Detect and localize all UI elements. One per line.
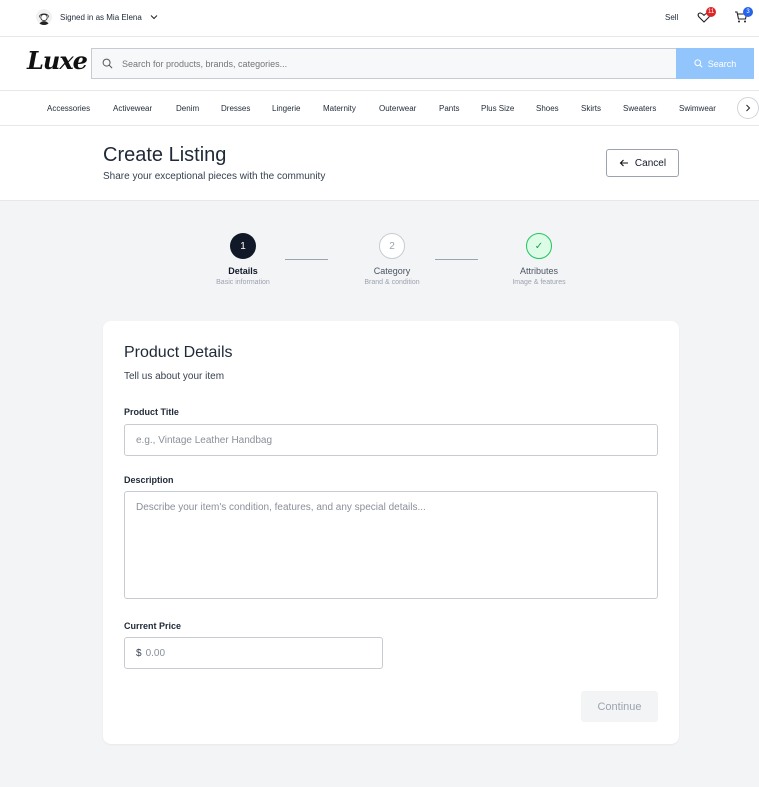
step-title: Attributes: [519, 266, 559, 276]
category-activewear[interactable]: Activewear: [113, 104, 152, 113]
category-accessories[interactable]: Accessories: [47, 104, 90, 113]
currency-symbol: $: [136, 647, 142, 659]
category-swimwear[interactable]: Swimwear: [679, 104, 716, 113]
search-icon: [694, 59, 703, 68]
description-label: Description: [124, 475, 174, 485]
cart-badge: 3: [743, 7, 753, 17]
logo[interactable]: Luxe: [27, 46, 88, 75]
step-number: 2: [379, 233, 405, 259]
category-plus-size[interactable]: Plus Size: [481, 104, 514, 113]
category-denim[interactable]: Denim: [176, 104, 199, 113]
description-textarea[interactable]: [124, 491, 658, 599]
category-scroll-right[interactable]: [737, 97, 759, 119]
card-title: Product Details: [124, 344, 233, 361]
category-dresses[interactable]: Dresses: [221, 104, 250, 113]
arrow-left-icon: [619, 159, 628, 167]
step-attributes[interactable]: ✓ Attributes Image & features: [479, 233, 599, 286]
step-title: Details: [228, 266, 258, 276]
search-icon: [102, 58, 113, 69]
category-sweaters[interactable]: Sweaters: [623, 104, 656, 113]
page-subtitle: Share your exceptional pieces with the c…: [103, 171, 326, 182]
continue-button[interactable]: Continue: [581, 691, 658, 722]
chevron-down-icon: [150, 15, 158, 20]
product-title-label: Product Title: [124, 407, 179, 417]
signed-in-label: Signed in as Mia Elena: [60, 12, 142, 22]
step-number: 1: [230, 233, 256, 259]
product-title-input[interactable]: [124, 424, 658, 456]
step-connector: [285, 259, 328, 260]
cancel-button[interactable]: Cancel: [606, 149, 679, 177]
page-title: Create Listing: [103, 144, 227, 166]
search-bar: [91, 48, 676, 79]
search-input[interactable]: [122, 58, 622, 69]
step-category[interactable]: 2 Category Brand & condition: [332, 233, 452, 286]
chevron-right-icon: [746, 104, 751, 112]
step-title: Category: [373, 266, 411, 276]
step-connector: [435, 259, 478, 260]
favorites-badge: 11: [706, 7, 717, 17]
card-subtitle: Tell us about your item: [124, 371, 225, 382]
cart-button[interactable]: 3: [734, 7, 753, 26]
product-details-card: Product Details Tell us about your item …: [103, 321, 679, 744]
category-shoes[interactable]: Shoes: [536, 104, 559, 113]
price-label: Current Price: [124, 621, 182, 631]
main-header: Luxe Search: [0, 37, 759, 91]
search-button[interactable]: Search: [676, 48, 754, 79]
category-skirts[interactable]: Skirts: [581, 104, 601, 113]
step-desc: Basic information: [216, 279, 270, 286]
category-outerwear[interactable]: Outerwear: [379, 104, 416, 113]
step-complete-check: ✓: [526, 233, 552, 259]
category-maternity[interactable]: Maternity: [323, 104, 356, 113]
price-field[interactable]: $: [124, 637, 383, 669]
category-nav: Accessories Activewear Denim Dresses Lin…: [0, 91, 759, 126]
user-menu[interactable]: Signed in as Mia Elena: [36, 9, 158, 25]
category-pants[interactable]: Pants: [439, 104, 459, 113]
favorites-button[interactable]: 11: [697, 7, 717, 26]
step-desc: Image & features: [512, 279, 566, 286]
category-lingerie[interactable]: Lingerie: [272, 104, 300, 113]
price-input[interactable]: [145, 647, 346, 659]
sell-link[interactable]: Sell: [665, 13, 678, 22]
user-avatar-icon: [36, 9, 52, 25]
cancel-label: Cancel: [634, 157, 667, 169]
step-desc: Brand & condition: [364, 279, 420, 286]
top-bar: Signed in as Mia Elena Sell 11 3: [0, 0, 759, 37]
page-header: Create Listing Share your exceptional pi…: [0, 126, 759, 201]
search-button-label: Search: [707, 58, 737, 69]
